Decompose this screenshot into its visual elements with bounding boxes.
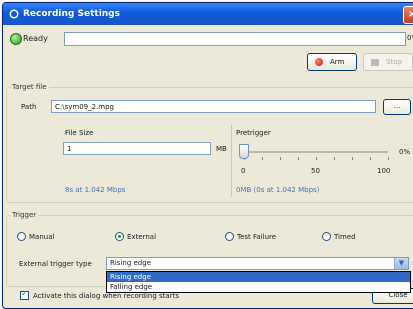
- title-bar[interactable]: Recording Settings ×: [3, 3, 413, 25]
- pretrigger-slider-track[interactable]: [243, 151, 388, 153]
- stop-button-label: Stop: [386, 58, 402, 66]
- recording-settings-window: Recording Settings × Ready 0% Arm Stop T…: [2, 2, 413, 309]
- chevron-down-icon[interactable]: ▼: [394, 258, 408, 269]
- stop-button[interactable]: Stop: [363, 53, 413, 71]
- slider-tick: [352, 157, 353, 160]
- slider-tick: [280, 157, 281, 160]
- target-file-group-title: Target file: [10, 83, 49, 91]
- divider: [231, 125, 232, 197]
- radio-manual-label: Manual: [29, 233, 55, 241]
- arm-button-label: Arm: [330, 58, 345, 66]
- radio-test-failure[interactable]: [225, 232, 234, 241]
- radio-external[interactable]: [115, 232, 124, 241]
- trigger-type-dropdown-list: Rising edge Falling edge: [106, 271, 411, 293]
- radio-test-failure-label: Test Failure: [237, 233, 277, 241]
- file-size-label: File Size: [65, 129, 94, 137]
- external-trigger-type-select[interactable]: Rising edge ▼: [106, 257, 409, 270]
- status-text: Ready: [23, 34, 48, 43]
- trigger-group-title: Trigger: [10, 211, 39, 219]
- pretrigger-scale-min: 0: [241, 167, 246, 175]
- slider-tick: [316, 157, 317, 160]
- status-ready-icon: [10, 33, 22, 45]
- external-trigger-type-label: External trigger type: [19, 260, 92, 268]
- pretrigger-percent: 0%: [399, 148, 411, 156]
- radio-timed-label: Timed: [334, 233, 356, 241]
- pretrigger-label: Pretrigger: [236, 129, 271, 137]
- file-size-input[interactable]: 1: [63, 142, 211, 155]
- file-size-unit: MB: [216, 145, 227, 153]
- radio-timed[interactable]: [322, 232, 331, 241]
- arm-icon: [315, 58, 323, 66]
- pretrigger-scale-max: 100: [377, 167, 391, 175]
- recording-progress-bar: [64, 32, 406, 46]
- window-title: Recording Settings: [23, 9, 120, 19]
- pretrigger-slider-thumb[interactable]: [239, 144, 249, 159]
- activate-dialog-label: Activate this dialog when recording star…: [33, 292, 179, 300]
- path-input[interactable]: C:\sym09_2.mpg: [51, 100, 376, 113]
- progress-percent: 0%: [407, 34, 413, 42]
- pretrigger-scale-mid: 50: [311, 167, 320, 175]
- recording-icon: [9, 9, 19, 19]
- path-label: Path: [21, 103, 37, 111]
- dropdown-option-falling-edge[interactable]: Falling edge: [107, 282, 410, 292]
- slider-tick: [370, 157, 371, 160]
- dropdown-option-rising-edge[interactable]: Rising edge: [107, 272, 410, 282]
- stop-icon: [371, 59, 379, 66]
- file-size-info: 8s at 1.042 Mbps: [65, 186, 126, 194]
- browse-button[interactable]: ...: [383, 99, 411, 115]
- slider-tick: [262, 157, 263, 160]
- pretrigger-info: 0MB (0s at 1.042 Mbps): [236, 186, 320, 194]
- arm-button[interactable]: Arm: [307, 53, 357, 71]
- slider-tick: [298, 157, 299, 160]
- radio-external-label: External: [127, 233, 157, 241]
- activate-dialog-checkbox[interactable]: [20, 289, 29, 300]
- radio-manual[interactable]: [17, 232, 26, 241]
- close-window-button[interactable]: ×: [403, 6, 413, 24]
- slider-tick: [334, 157, 335, 160]
- select-value: Rising edge: [110, 259, 152, 267]
- slider-tick: [388, 157, 389, 160]
